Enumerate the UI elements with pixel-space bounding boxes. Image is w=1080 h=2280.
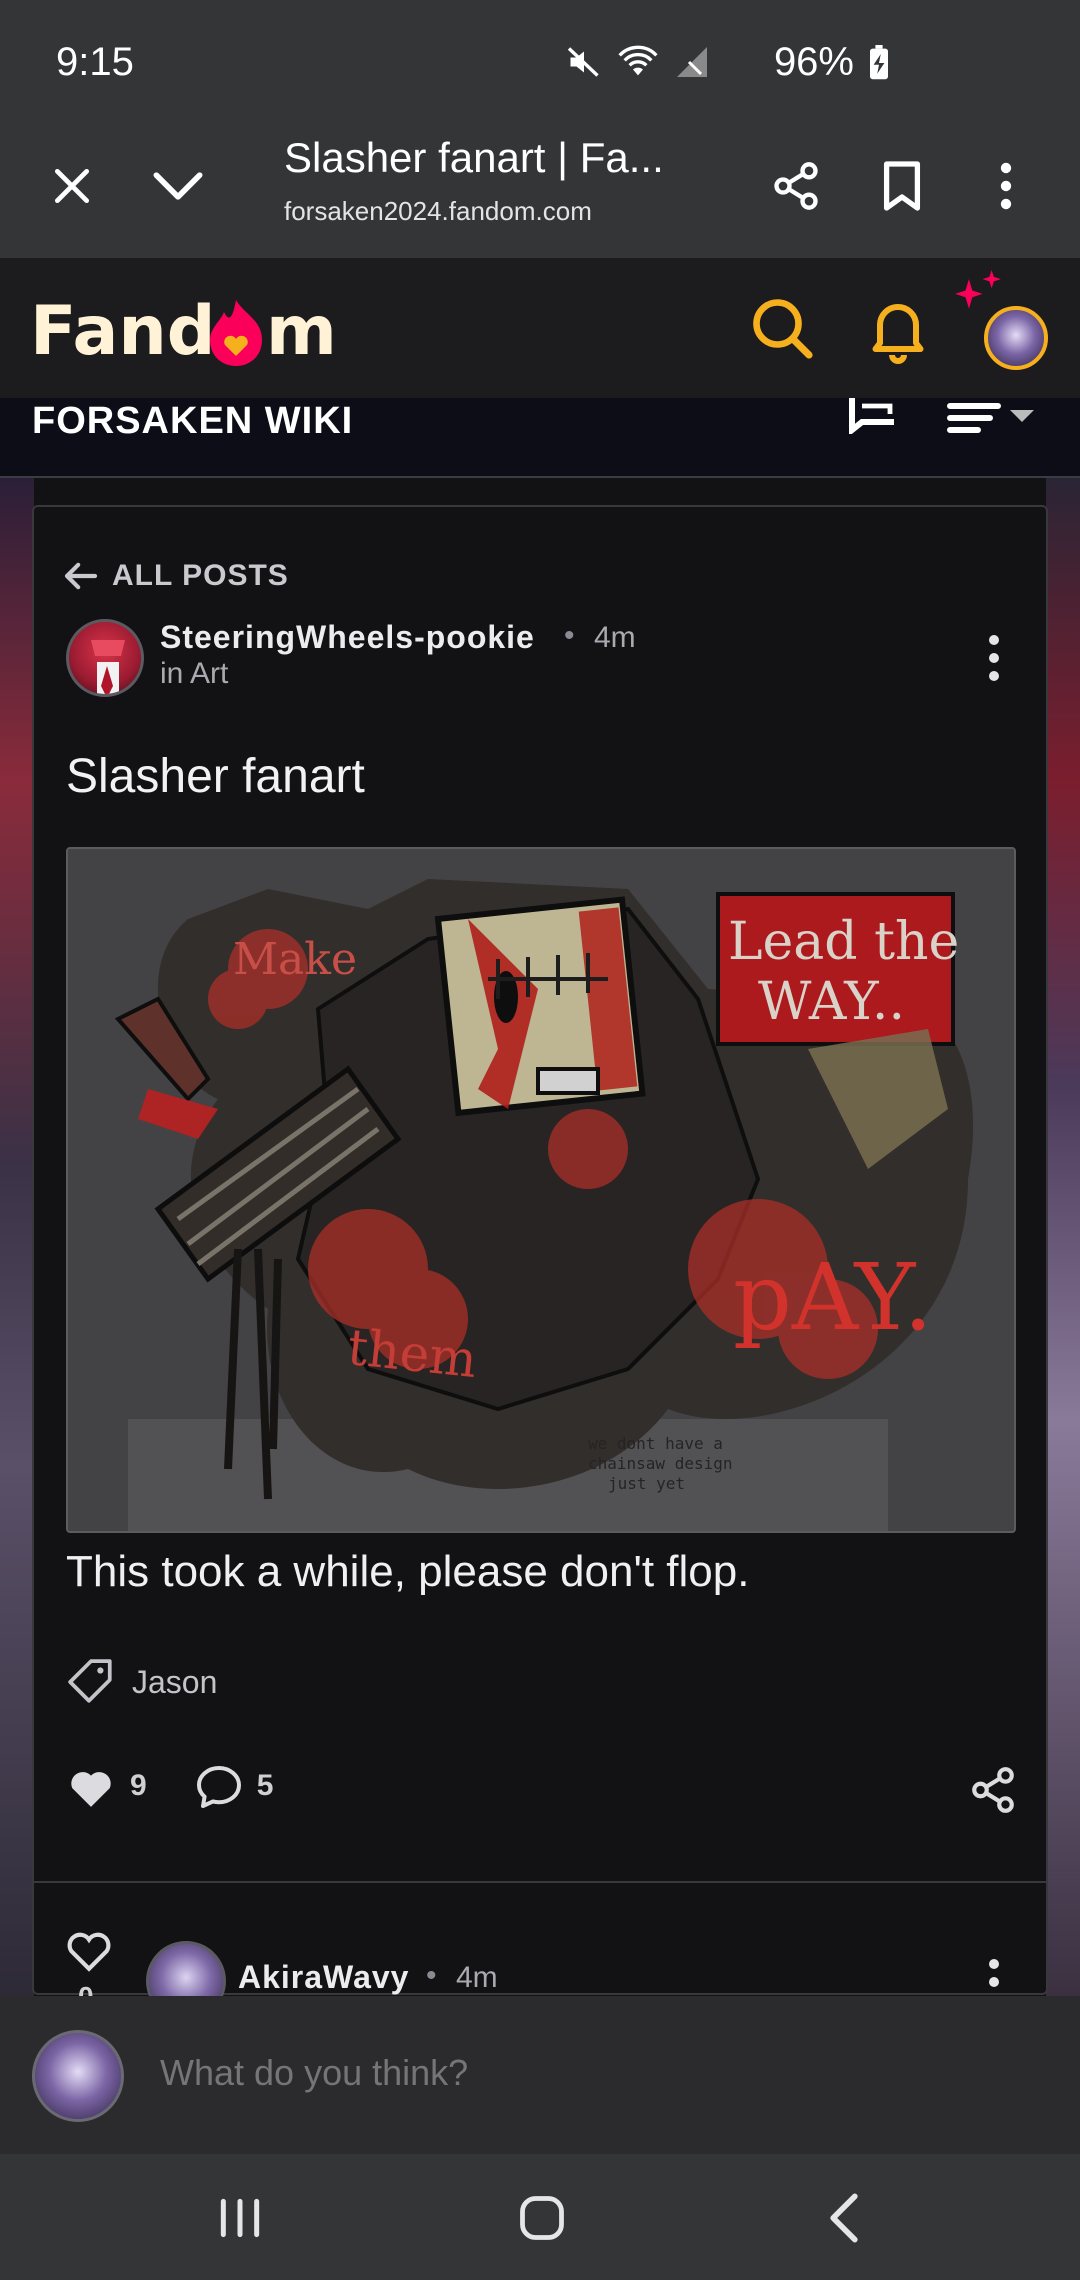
mute-icon: [567, 47, 599, 77]
signal-icon: [677, 47, 707, 77]
author-name[interactable]: SteeringWheels-pookie: [160, 619, 535, 656]
fandom-logo-text: Fandom: [350, 284, 351, 285]
author-avatar[interactable]: [66, 619, 144, 697]
recent-apps-button[interactable]: [210, 2188, 270, 2248]
divider: [34, 1881, 1046, 1883]
page-url[interactable]: forsaken2024.fandom.com: [284, 196, 592, 227]
share-post-button[interactable]: [968, 1765, 1018, 1820]
heart-filled-icon[interactable]: [66, 1763, 116, 1809]
post-body: This took a while, please don't flop.: [66, 1547, 750, 1596]
share-icon: [774, 162, 818, 210]
reply-separator: •: [426, 1959, 437, 1992]
wifi-icon: [618, 45, 658, 76]
like-count: 9: [130, 1769, 147, 1802]
search-icon: [753, 299, 813, 359]
arrow-left-icon: [64, 562, 98, 590]
status-icons: [566, 44, 710, 80]
comment-icon[interactable]: [195, 1763, 243, 1809]
post-time: 4m: [594, 621, 636, 654]
reply-like-button[interactable]: [64, 1927, 114, 1978]
dot: [989, 671, 999, 681]
discussions-button[interactable]: [846, 398, 902, 439]
status-bar: 9:15 96%: [0, 0, 1080, 120]
reply-time: 4m: [456, 1961, 498, 1994]
dot: [989, 635, 999, 645]
minimize-button[interactable]: [142, 150, 214, 222]
share-page-button[interactable]: [760, 150, 832, 222]
home-icon: [520, 2196, 564, 2240]
fandom-logo[interactable]: Fand m Fandom: [30, 284, 350, 374]
comment-count: 5: [256, 1769, 274, 1802]
notifications-button[interactable]: [862, 292, 934, 364]
battery-charging-icon: [870, 44, 888, 79]
bell-icon: [872, 304, 924, 364]
close-tab-button[interactable]: [36, 150, 108, 222]
background-art-right: [1046, 478, 1080, 1998]
post-actions: 9 5: [66, 1763, 321, 1809]
page-title[interactable]: Slasher fanart | Fa...: [284, 134, 664, 182]
system-nav-bar: [0, 2154, 1080, 2280]
recent-apps-icon: [220, 2198, 260, 2238]
tag-label: Jason: [132, 1663, 218, 1700]
all-posts-link[interactable]: ALL POSTS: [64, 559, 289, 593]
comment-input[interactable]: [160, 2052, 1020, 2094]
wiki-bar: FORSAKEN WIKI: [0, 398, 1080, 478]
bookmark-button[interactable]: [866, 150, 938, 222]
meta-separator: •: [564, 619, 575, 652]
post-image[interactable]: Make Lead the WAY.. them pAY. we dont ha…: [66, 847, 1016, 1533]
tag-icon: [68, 1659, 112, 1703]
all-posts-label: ALL POSTS: [112, 559, 289, 592]
bookmark-icon: [883, 161, 921, 211]
fandom-header: Fand m Fandom: [0, 258, 1080, 398]
chevron-down-icon: [153, 172, 203, 200]
user-avatar: [984, 306, 1048, 370]
heart-outline-icon: [67, 1932, 111, 1972]
reply-options-button[interactable]: [984, 1959, 1004, 1987]
comment-composer: [0, 1996, 1080, 2154]
menu-lines-icon: [947, 403, 1034, 433]
post-title: Slasher fanart: [66, 750, 365, 803]
share-icon: [972, 1767, 1014, 1813]
current-user-avatar: [32, 2030, 124, 2122]
close-icon: [54, 168, 90, 204]
browser-toolbar: Slasher fanart | Fa... forsaken2024.fand…: [0, 120, 1080, 258]
dot: [989, 1959, 999, 1969]
svg-text:Fand: Fand: [30, 292, 215, 371]
reply-author-name[interactable]: AkiraWavy: [238, 1959, 409, 1996]
back-icon: [830, 2193, 858, 2243]
post-card: ALL POSTS SteeringWheels-pookie • 4m in …: [32, 505, 1048, 2021]
fandom-logo-mark: Fand m: [30, 292, 337, 371]
post-options-button[interactable]: [984, 635, 1004, 681]
search-button[interactable]: [746, 292, 818, 364]
home-button[interactable]: [512, 2188, 572, 2248]
wiki-menu-button[interactable]: [946, 398, 1036, 439]
wiki-title[interactable]: FORSAKEN WIKI: [32, 400, 353, 443]
tag-jason[interactable]: Jason: [66, 1657, 217, 1707]
more-options-button[interactable]: [970, 150, 1042, 222]
background-art-left: [0, 478, 34, 1998]
more-vertical-icon: [1000, 162, 1012, 210]
status-time: 9:15: [56, 40, 134, 84]
svg-text:m: m: [266, 292, 337, 371]
battery-percent: 96%: [773, 40, 854, 84]
back-button[interactable]: [814, 2188, 874, 2248]
reply-like-count: 0: [78, 1983, 94, 1997]
discussion-icon: [849, 398, 894, 437]
dot: [989, 1977, 999, 1987]
post-category[interactable]: in Art: [160, 657, 228, 691]
author-avatar-art: [91, 640, 125, 694]
slasher-artwork: Make Lead the WAY.. them pAY. we dont ha…: [68, 849, 1014, 1531]
dot: [989, 653, 999, 663]
user-menu-button[interactable]: [950, 270, 1060, 380]
